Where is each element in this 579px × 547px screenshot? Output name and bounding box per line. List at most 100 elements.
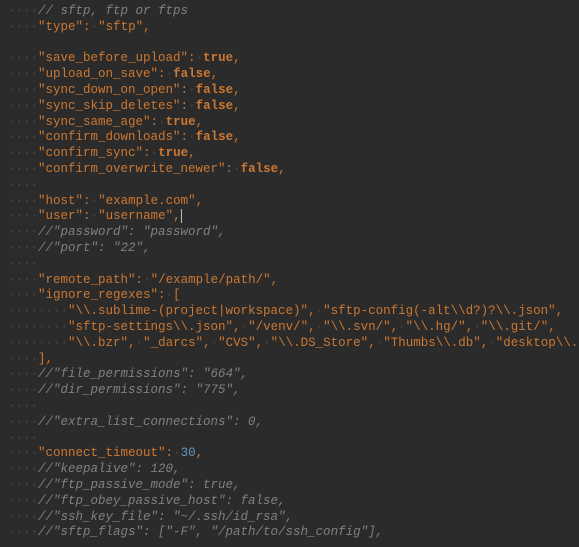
comma: ,	[278, 162, 286, 176]
code-line[interactable]: ····"confirm_downloads":·false,	[0, 130, 579, 146]
code-comment: //"dir_permissions": "775",	[38, 383, 241, 397]
json-key: "save_before_upload"	[38, 51, 188, 65]
whitespace-dots: ····	[8, 431, 38, 445]
code-line[interactable]: ····"upload_on_save":·false,	[0, 67, 579, 83]
whitespace-dots: ·	[136, 336, 144, 350]
code-line[interactable]: ····//"port": "22",	[0, 241, 579, 257]
code-line[interactable]: ····	[0, 431, 579, 447]
whitespace-dots: ·	[166, 288, 174, 302]
json-key: "sync_down_on_open"	[38, 83, 181, 97]
code-comment: //"extra_list_connections": 0,	[38, 415, 263, 429]
colon: :	[151, 115, 159, 129]
code-line[interactable]: ····//"file_permissions": "664",	[0, 367, 579, 383]
json-false: false	[196, 99, 234, 113]
json-false: false	[196, 83, 234, 97]
code-comment: // sftp, ftp or ftps	[38, 4, 188, 18]
comma: ,	[256, 336, 264, 350]
whitespace-dots: ····	[8, 367, 38, 381]
code-line[interactable]: ····"host":·"example.com",	[0, 194, 579, 210]
json-key: "type"	[38, 20, 83, 34]
whitespace-dots: ····	[8, 241, 38, 255]
whitespace-dots: ·	[473, 320, 481, 334]
comma: ,	[548, 320, 556, 334]
code-editor[interactable]: ····// sftp, ftp or ftps····"type":·"sft…	[0, 0, 579, 541]
whitespace-dots: ····	[8, 478, 38, 492]
code-line[interactable]: ········"\\.bzr",·"_darcs",·"CVS",·"\\.D…	[0, 336, 579, 352]
json-key: "sync_same_age"	[38, 115, 151, 129]
whitespace-dots: ·	[233, 162, 241, 176]
whitespace-dots: ····	[8, 178, 38, 192]
code-line[interactable]: ····	[0, 399, 579, 415]
code-line[interactable]: ····"ignore_regexes":·[	[0, 288, 579, 304]
code-line[interactable]: ····//"keepalive": 120,	[0, 462, 579, 478]
code-line[interactable]: ····"type":·"sftp",	[0, 20, 579, 36]
json-key: "confirm_downloads"	[38, 130, 181, 144]
code-line[interactable]: ····],	[0, 352, 579, 368]
json-false: false	[241, 162, 279, 176]
code-line[interactable]: ········"\\.sublime-(project|workspace)"…	[0, 304, 579, 320]
colon: :	[166, 446, 174, 460]
json-string: "\\.DS_Store"	[271, 336, 369, 350]
comma: ,	[233, 130, 241, 144]
whitespace-dots: ····	[8, 115, 38, 129]
whitespace-dots: ····	[8, 288, 38, 302]
whitespace-dots: ········	[8, 304, 68, 318]
code-line[interactable]: ····"confirm_sync":·true,	[0, 146, 579, 162]
code-comment: //"ftp_obey_passive_host": false,	[38, 494, 286, 508]
whitespace-dots: ····	[8, 462, 38, 476]
whitespace-dots: ····	[8, 273, 38, 287]
whitespace-dots: ····	[8, 67, 38, 81]
code-line[interactable]: ····"user":·"username",	[0, 209, 579, 225]
whitespace-dots: ·	[188, 83, 196, 97]
json-true: true	[158, 146, 188, 160]
json-string: "/example/path/"	[151, 273, 271, 287]
code-line[interactable]: ····"save_before_upload":·true,	[0, 51, 579, 67]
whitespace-dots: ····	[8, 225, 38, 239]
code-line[interactable]: ····"sync_skip_deletes":·false,	[0, 99, 579, 115]
code-line[interactable]: ····//"ssh_key_file": "~/.ssh/id_rsa",	[0, 510, 579, 526]
code-line[interactable]: ····// sftp, ftp or ftps	[0, 4, 579, 20]
code-line[interactable]: ········"sftp-settings\\.json",·"/venv/"…	[0, 320, 579, 336]
code-line[interactable]: ····//"extra_list_connections": 0,	[0, 415, 579, 431]
whitespace-dots: ····	[8, 383, 38, 397]
whitespace-dots: ····	[8, 146, 38, 160]
code-line[interactable]: ····"connect_timeout":·30,	[0, 446, 579, 462]
colon: :	[181, 99, 189, 113]
comma: ,	[196, 446, 204, 460]
code-line[interactable]	[0, 36, 579, 52]
json-string: "\\.hg/"	[406, 320, 466, 334]
comma: ,	[233, 320, 241, 334]
json-number: 30	[181, 446, 196, 460]
code-line[interactable]: ····"sync_down_on_open":·false,	[0, 83, 579, 99]
comma: ,	[173, 209, 181, 223]
code-line[interactable]: ····"remote_path":·"/example/path/",	[0, 273, 579, 289]
comma: ,	[188, 146, 196, 160]
code-line[interactable]: ····"sync_same_age":·true,	[0, 115, 579, 131]
whitespace-dots: ····	[8, 446, 38, 460]
code-line[interactable]: ····"confirm_overwrite_newer":·false,	[0, 162, 579, 178]
comma: ,	[203, 336, 211, 350]
code-line[interactable]: ····//"dir_permissions": "775",	[0, 383, 579, 399]
code-line[interactable]: ····//"ftp_obey_passive_host": false,	[0, 494, 579, 510]
json-string: "sftp"	[98, 20, 143, 34]
code-line[interactable]: ····	[0, 178, 579, 194]
code-line[interactable]: ····//"sftp_flags": ["-F", "/path/to/ssh…	[0, 525, 579, 541]
json-false: false	[196, 130, 234, 144]
code-line[interactable]: ····	[0, 257, 579, 273]
code-line[interactable]: ····//"ftp_passive_mode": true,	[0, 478, 579, 494]
whitespace-dots: ····	[8, 194, 38, 208]
json-key: "connect_timeout"	[38, 446, 166, 460]
code-comment: //"sftp_flags": ["-F", "/path/to/ssh_con…	[38, 525, 383, 539]
json-string: "CVS"	[218, 336, 256, 350]
whitespace-dots: ····	[8, 130, 38, 144]
whitespace-dots: ····	[8, 209, 38, 223]
whitespace-dots: ·	[188, 99, 196, 113]
comma: ,	[211, 67, 219, 81]
whitespace-dots: ····	[8, 83, 38, 97]
whitespace-dots: ····	[8, 20, 38, 34]
json-string: "\\.svn/"	[323, 320, 391, 334]
whitespace-dots: ·	[158, 115, 166, 129]
code-line[interactable]: ····//"password": "password",	[0, 225, 579, 241]
whitespace-dots: ·	[196, 51, 204, 65]
json-key: "remote_path"	[38, 273, 136, 287]
